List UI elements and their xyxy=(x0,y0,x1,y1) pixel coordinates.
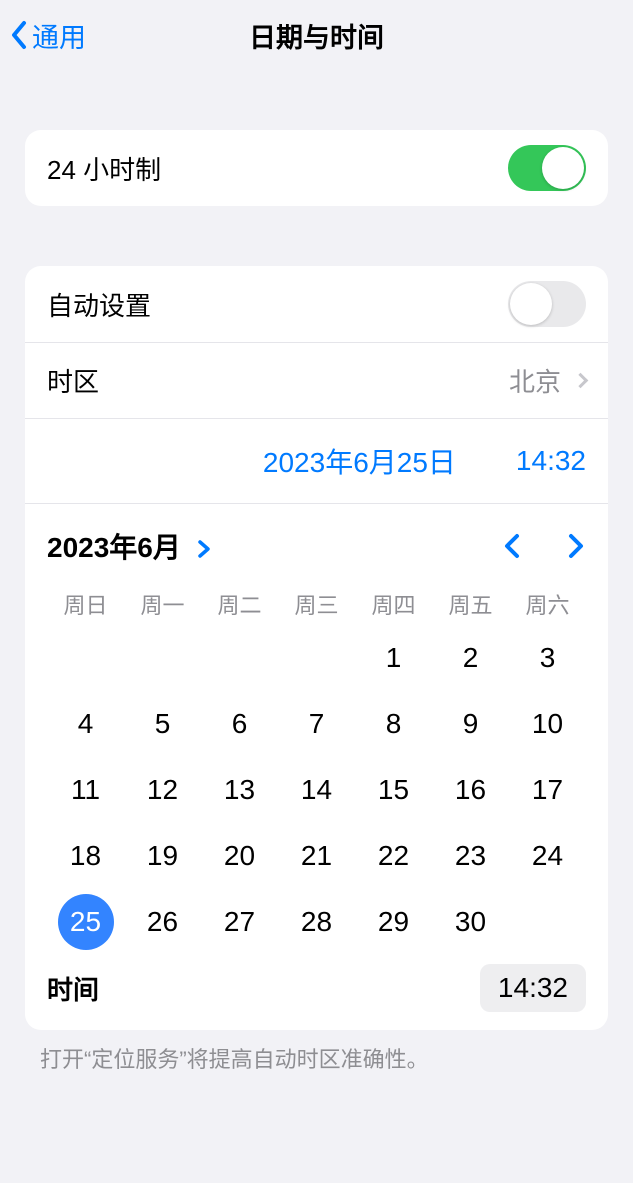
calendar-grid: 1234567891011121314151617181920212223242… xyxy=(47,630,586,950)
calendar-day[interactable]: 9 xyxy=(443,696,499,752)
auto-set-row: 自动设置 xyxy=(25,266,608,342)
calendar-day[interactable]: 22 xyxy=(366,828,422,884)
calendar-day[interactable]: 8 xyxy=(366,696,422,752)
back-label: 通用 xyxy=(32,16,86,55)
calendar-day[interactable]: 29 xyxy=(366,894,422,950)
datetime-display-row: 2023年6月25日 14:32 xyxy=(25,418,608,503)
calendar-day[interactable]: 3 xyxy=(520,630,576,686)
calendar-day[interactable]: 26 xyxy=(135,894,191,950)
calendar-day[interactable]: 25 xyxy=(58,894,114,950)
weekday-label: 周二 xyxy=(201,588,278,620)
auto-set-toggle[interactable] xyxy=(508,281,586,327)
weekday-label: 周六 xyxy=(509,588,586,620)
calendar-day[interactable]: 17 xyxy=(520,762,576,818)
chevron-left-icon xyxy=(10,20,28,50)
24-hour-label: 24 小时制 xyxy=(47,150,161,187)
next-month-button[interactable] xyxy=(566,531,586,561)
calendar-day[interactable]: 10 xyxy=(520,696,576,752)
calendar-empty xyxy=(278,630,355,686)
calendar-day[interactable]: 23 xyxy=(443,828,499,884)
calendar-day[interactable]: 14 xyxy=(289,762,345,818)
calendar-day[interactable]: 27 xyxy=(212,894,268,950)
footer-text: 打开“定位服务”将提高自动时区准确性。 xyxy=(40,1042,593,1074)
month-label: 2023年6月 xyxy=(47,532,181,563)
calendar-empty xyxy=(509,894,586,950)
weekday-label: 周三 xyxy=(278,588,355,620)
time-label: 时间 xyxy=(47,970,99,1007)
calendar-day[interactable]: 28 xyxy=(289,894,345,950)
calendar-day[interactable]: 7 xyxy=(289,696,345,752)
calendar-day[interactable]: 11 xyxy=(58,762,114,818)
24-hour-row: 24 小时制 xyxy=(25,130,608,206)
calendar-day[interactable]: 30 xyxy=(443,894,499,950)
weekday-label: 周一 xyxy=(124,588,201,620)
calendar-day[interactable]: 16 xyxy=(443,762,499,818)
date-display[interactable]: 2023年6月25日 xyxy=(263,441,456,481)
calendar-day[interactable]: 2 xyxy=(443,630,499,686)
calendar-day[interactable]: 24 xyxy=(520,828,576,884)
timezone-label: 时区 xyxy=(47,362,99,399)
calendar-day[interactable]: 19 xyxy=(135,828,191,884)
timezone-row[interactable]: 时区 北京 xyxy=(25,342,608,418)
calendar-empty xyxy=(124,630,201,686)
weekday-header: 周日周一周二周三周四周五周六 xyxy=(47,588,586,620)
time-picker-button[interactable]: 14:32 xyxy=(480,964,586,1012)
calendar-day[interactable]: 15 xyxy=(366,762,422,818)
calendar-day[interactable]: 4 xyxy=(58,696,114,752)
calendar-day[interactable]: 5 xyxy=(135,696,191,752)
back-button[interactable]: 通用 xyxy=(10,16,86,55)
timezone-value: 北京 xyxy=(509,362,561,399)
chevron-right-icon xyxy=(566,531,586,561)
24-hour-toggle[interactable] xyxy=(508,145,586,191)
calendar-empty xyxy=(47,630,124,686)
page-title: 日期与时间 xyxy=(0,16,633,55)
calendar-empty xyxy=(201,630,278,686)
weekday-label: 周五 xyxy=(432,588,509,620)
calendar-day[interactable]: 12 xyxy=(135,762,191,818)
prev-month-button[interactable] xyxy=(502,531,522,561)
month-button[interactable]: 2023年6月 xyxy=(47,526,211,566)
calendar-day[interactable]: 18 xyxy=(58,828,114,884)
chevron-left-icon xyxy=(502,531,522,561)
auto-set-label: 自动设置 xyxy=(47,286,151,323)
time-display[interactable]: 14:32 xyxy=(516,445,586,477)
calendar-day[interactable]: 13 xyxy=(212,762,268,818)
chevron-right-icon xyxy=(573,373,589,389)
weekday-label: 周四 xyxy=(355,588,432,620)
calendar-day[interactable]: 20 xyxy=(212,828,268,884)
calendar-day[interactable]: 6 xyxy=(212,696,268,752)
calendar-day[interactable]: 21 xyxy=(289,828,345,884)
chevron-right-icon xyxy=(197,532,211,563)
weekday-label: 周日 xyxy=(47,588,124,620)
calendar-day[interactable]: 1 xyxy=(366,630,422,686)
time-row: 时间 14:32 xyxy=(47,964,586,1030)
